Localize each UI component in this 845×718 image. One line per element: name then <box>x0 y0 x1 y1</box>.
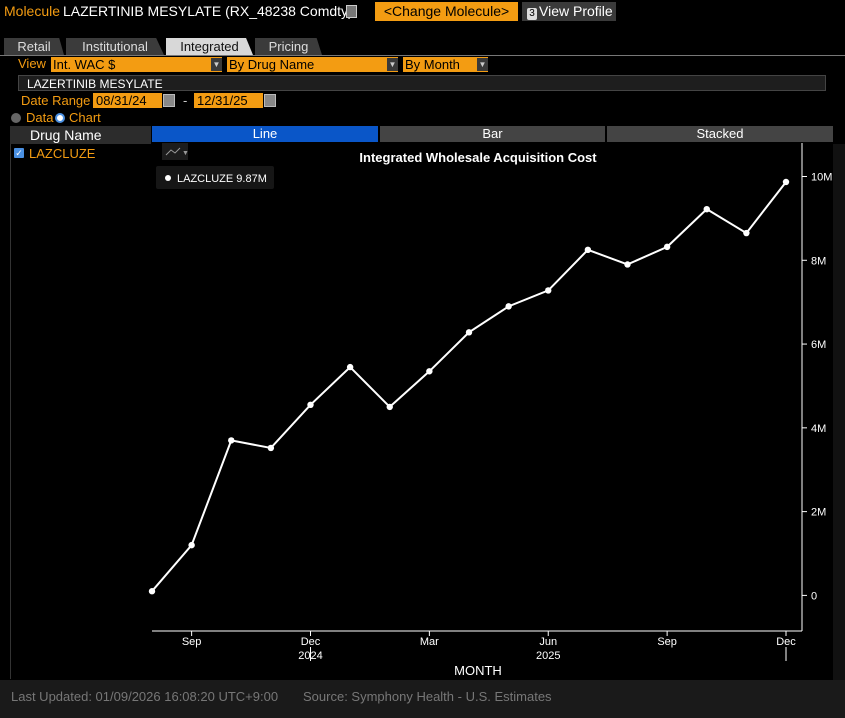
y-tick-label: 2M <box>811 507 826 519</box>
series-line <box>151 181 787 592</box>
data-point <box>188 541 195 549</box>
x-tick-label: Jun <box>539 636 557 648</box>
chart-title: Integrated Wholesale Acquisition Cost <box>359 150 597 165</box>
x-tick-label: Mar <box>420 636 439 648</box>
x-tick-label: Sep <box>182 636 202 648</box>
data-point <box>663 243 671 251</box>
data-point <box>307 401 314 409</box>
data-point <box>584 246 592 254</box>
data-point <box>505 303 512 310</box>
x-axis-label: MONTH <box>454 663 502 678</box>
x-tick-label: Sep <box>657 636 677 648</box>
last-updated-text: Last Updated: 01/09/2026 16:08:20 UTC+9:… <box>11 689 279 704</box>
data-point <box>426 368 433 375</box>
data-point <box>624 261 631 268</box>
y-tick-label: 6M <box>811 339 826 351</box>
data-point <box>703 205 710 213</box>
y-tick-label: 4M <box>811 423 826 435</box>
legend-label: LAZCLUZE 9.87M <box>177 173 267 185</box>
source-text: Source: Symphony Health - U.S. Estimates <box>303 689 552 704</box>
data-point <box>346 363 354 371</box>
data-point <box>545 287 552 294</box>
data-point <box>465 329 473 336</box>
chevron-down-icon: ▼ <box>182 150 189 157</box>
legend-marker <box>165 175 171 181</box>
x-year-label: 2025 <box>536 650 560 662</box>
x-tick-label: Dec <box>301 636 321 648</box>
y-tick-label: 0 <box>811 590 817 602</box>
data-point <box>267 444 275 452</box>
x-tick-label: Dec <box>776 636 796 648</box>
y-tick-label: 8M <box>811 255 826 267</box>
data-point <box>386 403 393 411</box>
data-point <box>148 588 156 595</box>
chart-canvas: ▼ Integrated Wholesale Acquisition Cost … <box>148 143 832 678</box>
data-point <box>782 178 790 186</box>
y-tick-label: 10M <box>811 172 832 184</box>
data-point <box>743 229 750 237</box>
data-point <box>228 437 235 444</box>
